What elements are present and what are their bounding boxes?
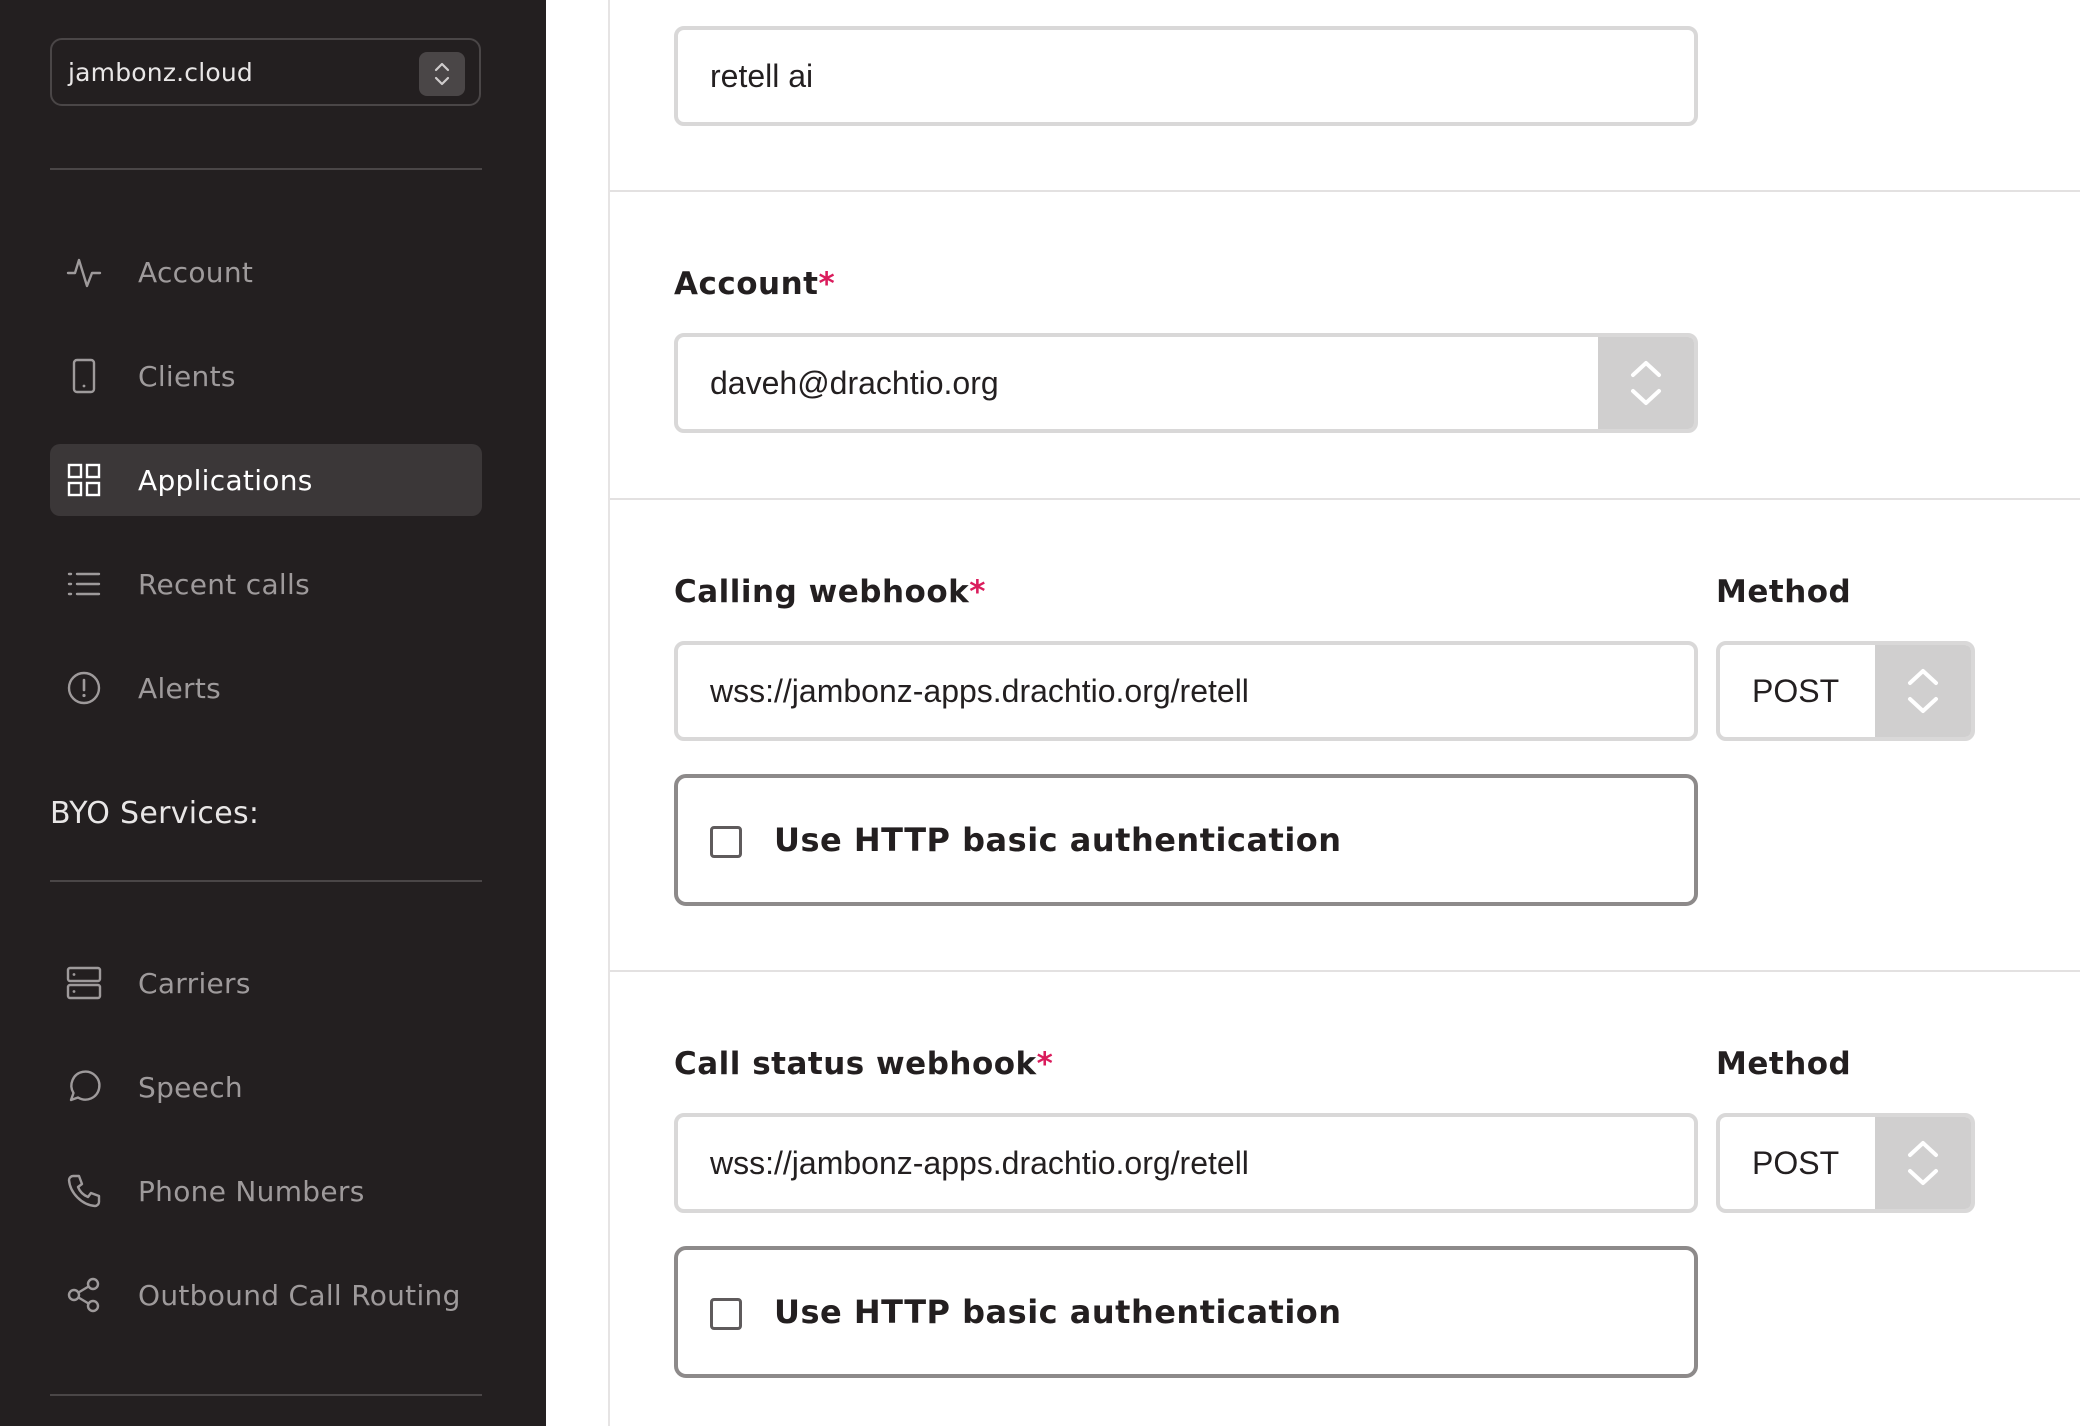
account-label: Account*: [674, 266, 835, 302]
sidebar: jambonz.cloud Account Clients Applicatio…: [0, 0, 546, 1426]
call-status-webhook-label: Call status webhook*: [674, 1046, 1053, 1082]
account-selector[interactable]: jambonz.cloud: [50, 38, 481, 106]
sidebar-item-phone-numbers[interactable]: Phone Numbers: [50, 1155, 482, 1227]
calling-webhook-label-text: Calling webhook: [674, 574, 970, 610]
content-gutter: [546, 0, 610, 1426]
required-mark: *: [969, 574, 986, 610]
sidebar-item-alerts[interactable]: Alerts: [50, 652, 482, 724]
chevron-up-down-icon: [1598, 337, 1694, 429]
byo-services-heading: BYO Services:: [50, 796, 260, 831]
section-divider: [610, 970, 2080, 972]
account-selector-value: jambonz.cloud: [68, 57, 253, 87]
alert-circle-icon: [66, 670, 102, 706]
calling-webhook-auth-option[interactable]: Use HTTP basic authentication: [674, 774, 1698, 906]
phone-icon: [66, 1173, 102, 1209]
calling-webhook-url-input[interactable]: wss://jambonz-apps.drachtio.org/retell: [674, 641, 1698, 741]
required-mark: *: [818, 266, 836, 302]
sidebar-item-speech[interactable]: Speech: [50, 1051, 482, 1123]
sidebar-divider: [50, 1394, 482, 1396]
chevron-up-down-icon: [1875, 645, 1971, 737]
sidebar-item-label: Account: [138, 255, 254, 289]
call-status-webhook-method-select[interactable]: POST: [1716, 1113, 1975, 1213]
chevron-up-down-icon: [1875, 1117, 1971, 1209]
sidebar-item-applications[interactable]: Applications: [50, 444, 482, 516]
call-status-webhook-method-label: Method: [1716, 1046, 1852, 1082]
sidebar-item-label: Speech: [138, 1070, 243, 1104]
calling-webhook-method-label: Method: [1716, 574, 1852, 610]
call-status-webhook-auth-option[interactable]: Use HTTP basic authentication: [674, 1246, 1698, 1378]
sidebar-divider: [50, 880, 482, 882]
account-select[interactable]: daveh@drachtio.org: [674, 333, 1698, 433]
sidebar-item-account[interactable]: Account: [50, 236, 482, 308]
activity-icon: [66, 254, 102, 290]
call-status-webhook-auth-checkbox[interactable]: [710, 1298, 742, 1330]
list-icon: [66, 566, 102, 602]
sidebar-item-carriers[interactable]: Carriers: [50, 947, 482, 1019]
share-icon: [66, 1277, 102, 1313]
account-label-text: Account: [674, 266, 819, 302]
sidebar-item-clients[interactable]: Clients: [50, 340, 482, 412]
sidebar-item-outbound-call-routing[interactable]: Outbound Call Routing: [50, 1259, 482, 1331]
application-name-input[interactable]: retell ai: [674, 26, 1698, 126]
calling-webhook-label: Calling webhook*: [674, 574, 986, 610]
calling-webhook-method-select[interactable]: POST: [1716, 641, 1975, 741]
sidebar-item-label: Phone Numbers: [138, 1174, 365, 1208]
section-divider: [610, 190, 2080, 192]
sidebar-item-label: Outbound Call Routing: [138, 1278, 461, 1312]
server-icon: [66, 965, 102, 1001]
section-divider: [610, 498, 2080, 500]
checkbox-label: Use HTTP basic authentication: [774, 1293, 1342, 1331]
method-select-value: POST: [1752, 1144, 1840, 1181]
sidebar-item-recent-calls[interactable]: Recent calls: [50, 548, 482, 620]
account-select-value: daveh@drachtio.org: [710, 364, 999, 401]
sidebar-item-label: Clients: [138, 359, 236, 393]
sidebar-item-label: Recent calls: [138, 567, 310, 601]
method-select-value: POST: [1752, 672, 1840, 709]
chevron-up-down-icon: [419, 52, 465, 96]
sidebar-item-label: Alerts: [138, 671, 222, 705]
call-status-webhook-label-text: Call status webhook: [674, 1046, 1037, 1082]
sidebar-item-label: Carriers: [138, 966, 251, 1000]
sidebar-item-label: Applications: [138, 463, 313, 497]
call-status-webhook-url-input[interactable]: wss://jambonz-apps.drachtio.org/retell: [674, 1113, 1698, 1213]
tablet-icon: [66, 358, 102, 394]
grid-icon: [66, 462, 102, 498]
message-circle-icon: [66, 1069, 102, 1105]
sidebar-divider: [50, 168, 482, 170]
calling-webhook-auth-checkbox[interactable]: [710, 826, 742, 858]
checkbox-label: Use HTTP basic authentication: [774, 821, 1342, 859]
required-mark: *: [1036, 1046, 1054, 1082]
